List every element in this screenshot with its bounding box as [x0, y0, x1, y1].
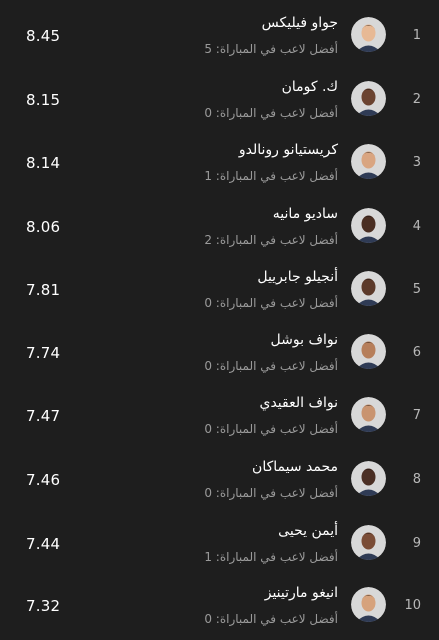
player-name: ساديو مانيه: [272, 206, 338, 222]
player-motm-count: أفضل لاعب في المباراة: 0: [204, 106, 338, 120]
player-avatar: [351, 144, 386, 179]
player-motm-count: أفضل لاعب في المباراة: 0: [204, 296, 338, 310]
player-rating: 7.46: [26, 471, 61, 489]
player-name: نواف بوشل: [270, 332, 338, 348]
player-name: ك. كومان: [281, 79, 338, 95]
player-rank: 1: [412, 28, 421, 43]
player-motm-count: أفضل لاعب في المباراة: 1: [204, 169, 338, 183]
player-row[interactable]: 8.06 ساديو مانيه أفضل لاعب في المباراة: 2 4: [0, 196, 439, 259]
player-row[interactable]: 7.44 أيمن يحيى أفضل لاعب في المباراة: 1 9: [0, 513, 439, 576]
player-name: أيمن يحيى: [278, 523, 338, 539]
player-rank: 4: [412, 219, 421, 234]
player-row[interactable]: 7.74 نواف بوشل أفضل لاعب في المباراة: 0 6: [0, 322, 439, 385]
player-motm-count: أفضل لاعب في المباراة: 0: [204, 612, 338, 626]
player-rank: 5: [412, 282, 421, 297]
player-avatar: [351, 271, 386, 306]
player-rank: 2: [412, 92, 421, 107]
player-rank: 3: [412, 155, 421, 170]
player-rating: 7.81: [26, 281, 61, 299]
player-avatar: [351, 397, 386, 432]
player-rank: 6: [412, 345, 421, 360]
player-avatar: [351, 587, 386, 622]
player-rating: 7.44: [26, 535, 61, 553]
player-motm-count: أفضل لاعب في المباراة: 5: [204, 42, 338, 56]
player-row[interactable]: 7.47 نواف العقيدي أفضل لاعب في المباراة: 0…: [0, 385, 439, 448]
player-motm-count: أفضل لاعب في المباراة: 0: [204, 359, 338, 373]
player-name: نواف العقيدي: [259, 395, 338, 411]
player-ratings-list: 8.45 جواو فيليكس أفضل لاعب في المباراة: 5 1…: [0, 0, 439, 640]
player-row[interactable]: 8.15 ك. كومان أفضل لاعب في المباراة: 0 2: [0, 69, 439, 132]
player-rank: 9: [412, 536, 421, 551]
player-name: جواو فيليكس: [261, 15, 338, 31]
player-rating: 8.06: [26, 218, 61, 236]
player-motm-count: أفضل لاعب في المباراة: 0: [204, 422, 338, 436]
player-rank: 7: [412, 408, 421, 423]
player-avatar: [351, 208, 386, 243]
player-row[interactable]: 7.81 أنجيلو جابرييل أفضل لاعب في المباراة:…: [0, 259, 439, 322]
player-avatar: [351, 525, 386, 560]
player-name: كريستيانو رونالدو: [238, 142, 338, 158]
player-rank: 10: [404, 598, 421, 613]
player-rating: 8.45: [26, 27, 61, 45]
player-row[interactable]: 8.14 كريستيانو رونالدو أفضل لاعب في المبار…: [0, 132, 439, 195]
player-row[interactable]: 8.45 جواو فيليكس أفضل لاعب في المباراة: 5 1: [0, 5, 439, 68]
player-motm-count: أفضل لاعب في المباراة: 0: [204, 486, 338, 500]
player-avatar: [351, 17, 386, 52]
player-rating: 7.47: [26, 407, 61, 425]
player-avatar: [351, 461, 386, 496]
player-row[interactable]: 7.46 محمد سيماكان أفضل لاعب في المباراة: 0…: [0, 449, 439, 512]
player-rank: 8: [412, 472, 421, 487]
player-avatar: [351, 81, 386, 116]
player-motm-count: أفضل لاعب في المباراة: 1: [204, 550, 338, 564]
player-name: أنجيلو جابرييل: [257, 269, 338, 285]
player-motm-count: أفضل لاعب في المباراة: 2: [204, 233, 338, 247]
player-rating: 8.14: [26, 154, 61, 172]
player-avatar: [351, 334, 386, 369]
player-name: انيغو مارتينيز: [264, 585, 338, 601]
player-rating: 8.15: [26, 91, 61, 109]
player-rating: 7.74: [26, 344, 61, 362]
player-rating: 7.32: [26, 597, 61, 615]
player-name: محمد سيماكان: [252, 459, 338, 475]
player-row[interactable]: 7.32 انيغو مارتينيز أفضل لاعب في المباراة:…: [0, 575, 439, 638]
